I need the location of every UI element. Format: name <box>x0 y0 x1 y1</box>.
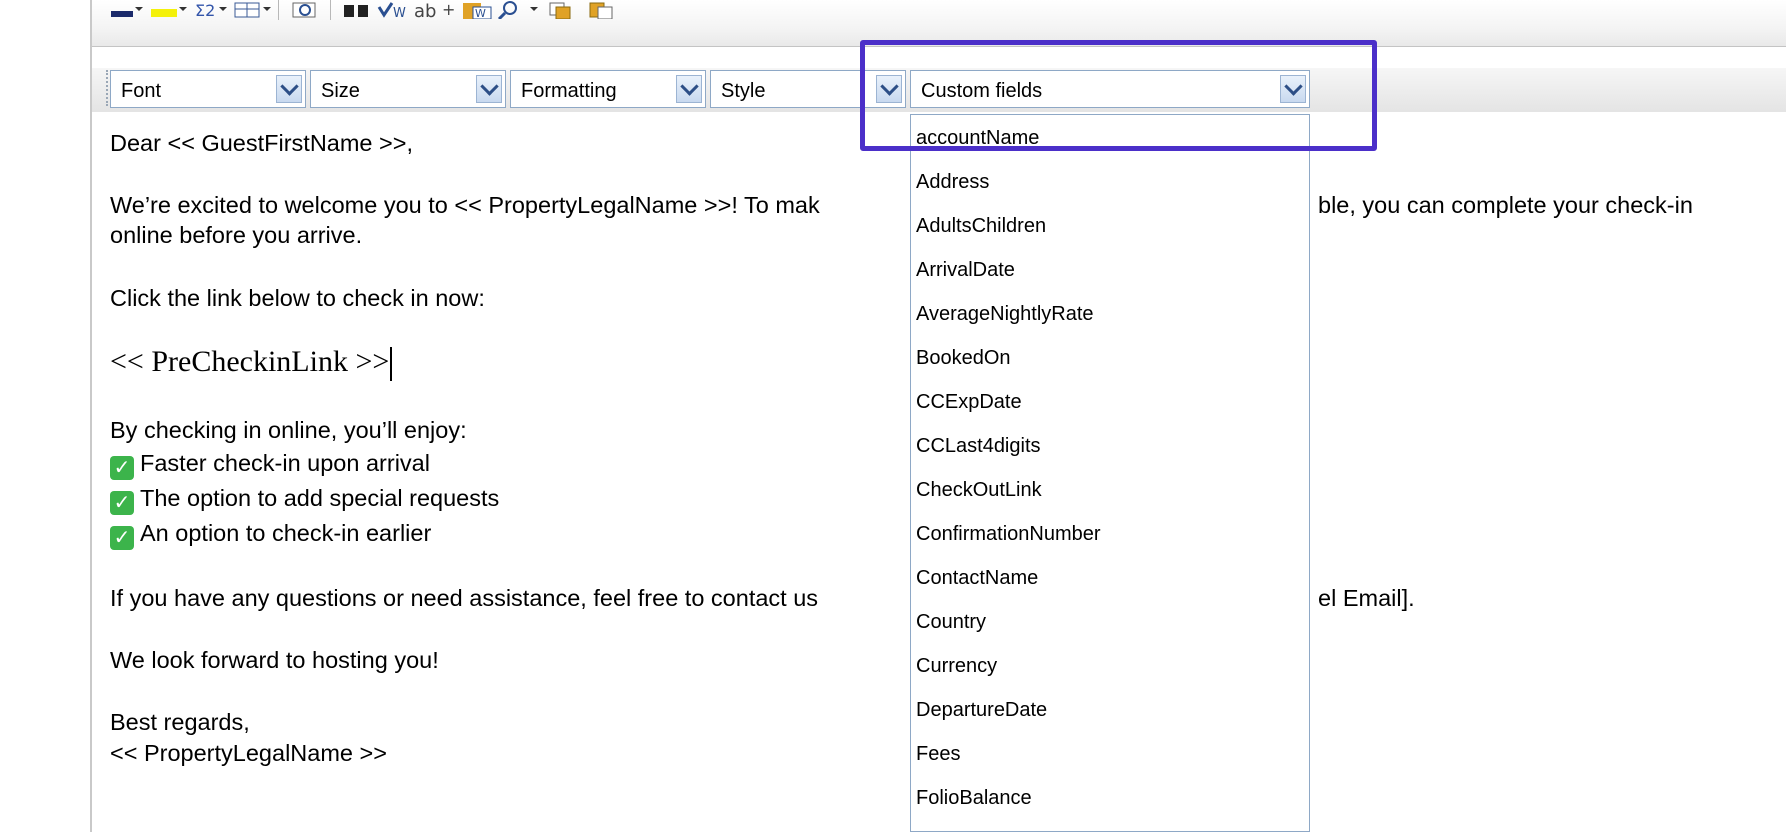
click-instruction-text: Click the link below to check in now: <box>110 285 485 311</box>
checkmark-icon: ✓ <box>110 491 134 515</box>
zoom-icon[interactable] <box>496 0 540 20</box>
benefits-intro-text: By checking in online, you’ll enjoy: <box>110 417 467 443</box>
toolbar-separator <box>278 0 279 20</box>
intro-line-1: We’re excited to welcome you to << Prope… <box>110 192 820 218</box>
dropdown-option[interactable]: Country <box>916 611 986 634</box>
intro-line-1-tail: ble, you can complete your check-in <box>1318 192 1693 218</box>
dropdown-option[interactable]: ConfirmationNumber <box>916 523 1101 546</box>
style-combo-label: Style <box>721 80 766 102</box>
toolbar-separator <box>330 0 331 20</box>
left-margin <box>0 0 90 832</box>
custom-fields-dropdown[interactable]: accountName Address AdultsChildren Arriv… <box>910 114 1310 832</box>
replace-icon[interactable]: ab + <box>412 0 456 20</box>
table-icon[interactable] <box>232 0 272 20</box>
intro-line-2: online before you arrive. <box>110 222 363 248</box>
font-combo[interactable]: Font <box>110 70 306 108</box>
greeting-text: Dear << GuestFirstName >>, <box>110 130 414 156</box>
text-cursor <box>390 347 393 382</box>
precheckin-link-line: << PreCheckinLink >> <box>110 345 393 382</box>
checkmark-icon: ✓ <box>110 456 134 480</box>
benefit-item: ✓ Faster check-in upon arrival <box>110 448 430 480</box>
dropdown-option[interactable]: AverageNightlyRate <box>916 303 1094 326</box>
svg-text:Σ2: Σ2 <box>195 1 215 19</box>
paste-word-icon[interactable]: W <box>460 0 494 20</box>
paste-icon[interactable] <box>584 0 618 20</box>
benefit-item-text: An option to check-in earlier <box>140 520 432 546</box>
copy-icon[interactable] <box>544 0 578 20</box>
editor-page: Σ2 W ab + W Font Size Formatting Style C… <box>0 0 1786 832</box>
formatting-combo-label: Formatting <box>521 80 617 102</box>
regards-text: Best regards, <box>110 709 250 735</box>
closing-text: We look forward to hosting you! <box>110 647 439 673</box>
dropdown-option[interactable]: AdultsChildren <box>916 215 1046 238</box>
svg-text:W: W <box>475 7 486 19</box>
dropdown-option[interactable]: Address <box>916 171 989 194</box>
editor-border <box>90 0 92 832</box>
dropdown-option[interactable]: ArrivalDate <box>916 259 1015 282</box>
svg-text:+: + <box>442 1 455 19</box>
checkmark-icon: ✓ <box>110 526 134 550</box>
font-combo-label: Font <box>121 80 162 102</box>
dropdown-option[interactable]: CheckOutLink <box>916 479 1042 502</box>
dropdown-option[interactable]: DepartureDate <box>916 699 1047 722</box>
svg-text:W: W <box>393 6 406 19</box>
dropdown-option[interactable]: CCLast4digits <box>916 435 1041 458</box>
dropdown-option[interactable]: Currency <box>916 655 997 678</box>
dropdown-option[interactable]: CCExpDate <box>916 391 1022 414</box>
font-color-icon[interactable] <box>108 0 144 20</box>
benefit-item-text: Faster check-in upon arrival <box>140 450 430 476</box>
preview-icon[interactable] <box>288 0 324 20</box>
svg-text:ab: ab <box>414 1 436 19</box>
chevron-down-icon[interactable] <box>676 75 702 103</box>
dropdown-option[interactable]: Fees <box>916 743 960 766</box>
size-combo-label: Size <box>321 80 360 102</box>
dropdown-option[interactable]: BookedOn <box>916 347 1011 370</box>
highlight-color-icon[interactable] <box>148 0 188 20</box>
chevron-down-icon[interactable] <box>476 75 502 103</box>
benefit-item-text: The option to add special requests <box>140 485 500 511</box>
size-combo[interactable]: Size <box>310 70 506 108</box>
precheckin-link-token: << PreCheckinLink >> <box>110 345 390 378</box>
benefit-item: ✓ An option to check-in earlier <box>110 518 431 550</box>
highlight-annotation-box <box>860 40 1377 151</box>
formatting-combo[interactable]: Formatting <box>510 70 706 108</box>
spellcheck-icon[interactable]: W <box>376 0 410 20</box>
find-icon[interactable] <box>340 0 374 20</box>
dropdown-option[interactable]: ContactName <box>916 567 1038 590</box>
questions-text: If you have any questions or need assist… <box>110 585 819 611</box>
special-chars-icon[interactable]: Σ2 <box>192 0 228 20</box>
chevron-down-icon[interactable] <box>276 75 302 103</box>
benefit-item: ✓ The option to add special requests <box>110 483 499 515</box>
signature-text: << PropertyLegalName >> <box>110 740 387 766</box>
dropdown-option[interactable]: FolioBalance <box>916 787 1032 810</box>
questions-text-tail: el Email]. <box>1318 585 1415 611</box>
